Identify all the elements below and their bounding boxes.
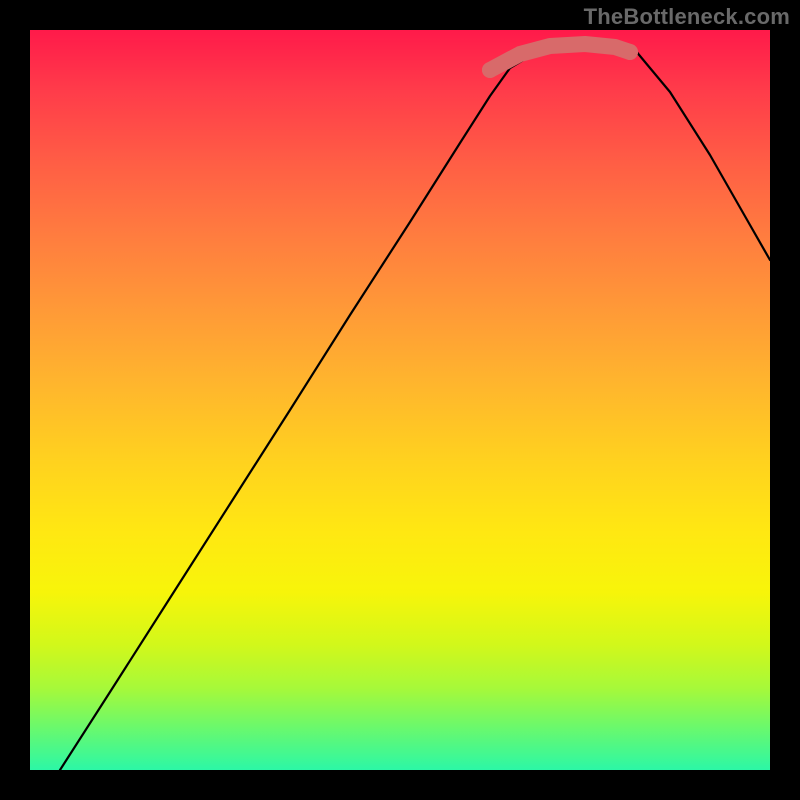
bottleneck-curve	[60, 43, 770, 770]
chart-frame: TheBottleneck.com	[0, 0, 800, 800]
chart-svg	[30, 30, 770, 770]
plot-area	[30, 30, 770, 770]
valley-end-dot	[622, 44, 638, 60]
valley-highlight-band	[490, 44, 630, 70]
watermark-label: TheBottleneck.com	[584, 4, 790, 30]
valley-start-dot	[482, 62, 498, 78]
